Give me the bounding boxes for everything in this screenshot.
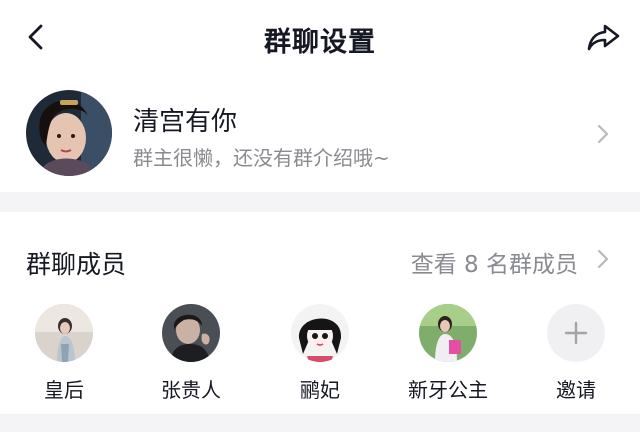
plus-icon [564,321,588,345]
invite-button[interactable] [547,304,605,362]
member-avatar [162,304,220,362]
group-avatar [26,90,112,176]
group-description: 群主很懒，还没有群介绍哦~ [133,146,390,170]
member-item[interactable]: 鹂妃 [265,304,375,403]
top-bar: 群聊设置 [0,0,640,74]
member-name: 张贵人 [161,378,221,402]
members-title: 群聊成员 [26,250,127,279]
member-name: 皇后 [44,378,84,402]
invite-item[interactable]: 邀请 [521,304,631,403]
view-all-members-link[interactable]: 查看 8 名群成员 [411,245,578,279]
member-item[interactable]: 张贵人 [136,304,246,403]
group-info-row[interactable]: 清宫有你 群主很懒，还没有群介绍哦~ [0,74,640,192]
member-item[interactable]: 皇后 [9,304,119,403]
chevron-right-icon[interactable] [596,249,610,269]
share-icon[interactable] [586,20,622,54]
member-name: 鹂妃 [300,378,340,402]
member-avatar [291,304,349,362]
page-title: 群聊设置 [264,27,376,58]
member-avatar [35,304,93,362]
member-avatar [419,304,477,362]
member-name: 新牙公主 [408,378,488,402]
chevron-right-icon [597,124,609,144]
group-name: 清宫有你 [133,107,238,137]
members-section: 群聊成员 查看 8 名群成员 皇后 张贵人 鹂妃 新牙公主 邀请 [0,212,640,414]
member-item[interactable]: 新牙公主 [393,304,503,403]
invite-label: 邀请 [556,378,596,402]
